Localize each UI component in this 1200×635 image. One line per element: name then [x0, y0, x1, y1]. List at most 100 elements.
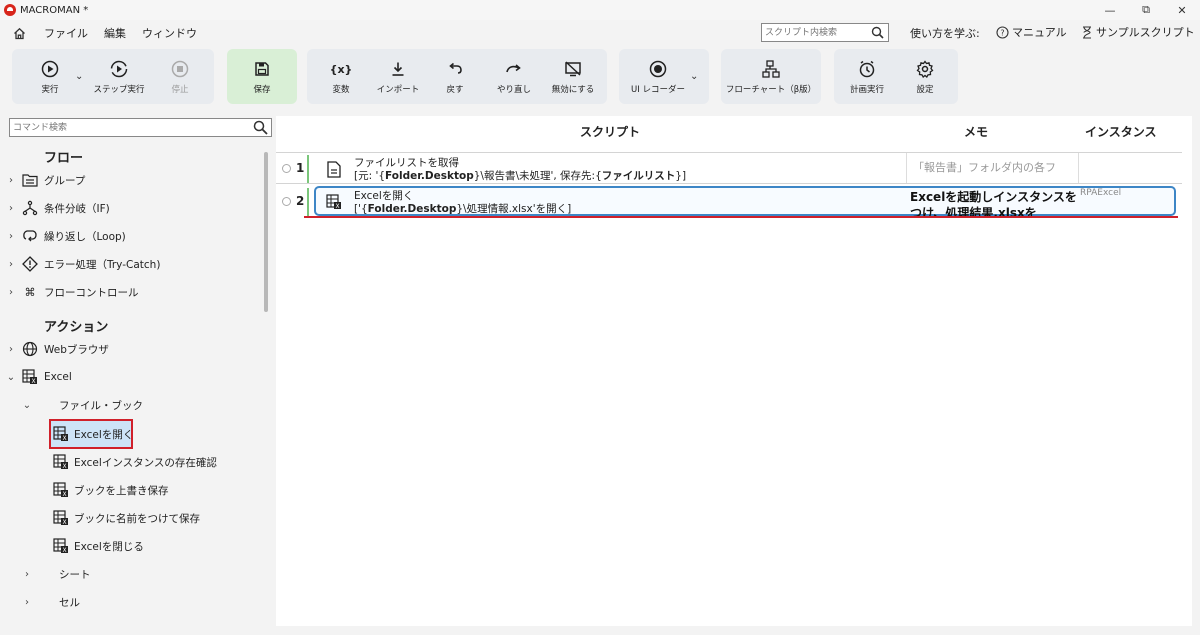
minimize-button[interactable]: —: [1092, 0, 1128, 20]
settings-label: 設定: [916, 85, 934, 95]
instance-cell[interactable]: [1078, 153, 1182, 183]
app-logo-icon: [4, 4, 16, 16]
tree-item-if[interactable]: › 条件分岐（IF): [0, 197, 262, 219]
flowchart-icon: [762, 58, 780, 80]
redo-button[interactable]: やり直し: [490, 49, 538, 104]
help-icon: ?: [996, 25, 1009, 39]
variables-button[interactable]: {x} 変数: [321, 49, 361, 104]
hourglass-icon: [1083, 25, 1091, 39]
flowchart-button[interactable]: フローチャート（β版）: [721, 49, 821, 104]
gear-icon: [916, 58, 934, 80]
save-icon: [254, 58, 270, 80]
tree-item-sheet[interactable]: › シート: [0, 563, 262, 585]
tree-item-excel-open[interactable]: X Excelを開く: [0, 423, 262, 445]
window-controls: — ⧉ ✕: [1092, 0, 1200, 20]
scheduled-run-button[interactable]: 計画実行: [842, 49, 892, 104]
run-button[interactable]: 実行: [26, 49, 74, 104]
script-search-input[interactable]: [762, 24, 866, 41]
chevron-right-icon: ›: [9, 230, 13, 242]
tree-item-cell[interactable]: › セル: [0, 591, 262, 613]
learn-label: 使い方を学ぶ:: [910, 27, 980, 40]
tree-item-label: セル: [59, 596, 80, 609]
run-chevron-down-icon[interactable]: ⌄: [75, 71, 83, 82]
undo-button[interactable]: 戻す: [435, 49, 475, 104]
close-button[interactable]: ✕: [1164, 0, 1200, 20]
memo-cell[interactable]: 「報告書」フォルダ内の各フ: [906, 153, 1076, 183]
sample-scripts-link[interactable]: サンプルスクリプト: [1081, 24, 1195, 40]
instance-cell[interactable]: RPAExcel: [1078, 186, 1182, 216]
menu-file[interactable]: ファイル: [44, 25, 88, 41]
script-row-selected[interactable]: 2 X Excelを開く ['{Folder.Desktop}\処理情報.xls…: [276, 186, 1182, 218]
action-section-title: アクション: [44, 320, 109, 335]
settings-group: 計画実行 設定: [834, 49, 958, 104]
group-icon: [22, 172, 38, 188]
svg-text:X: X: [335, 203, 339, 210]
tree-item-book-save-as[interactable]: X ブックに名前をつけて保存: [0, 507, 262, 529]
chevron-right-icon: ›: [9, 174, 13, 186]
tree-item-excel-close[interactable]: X Excelを閉じる: [0, 535, 262, 557]
memo-cell[interactable]: Excelを起動しインスタンスをつけ、処理結果.xlsxを: [906, 186, 1076, 216]
flow-section-title: フロー: [44, 151, 84, 166]
row-number: 1: [296, 161, 305, 175]
restore-button[interactable]: ⧉: [1128, 0, 1164, 20]
tree-item-excel-instance-check[interactable]: X Excelインスタンスの存在確認: [0, 451, 262, 473]
tree-item-label: ファイル・ブック: [59, 399, 143, 412]
ui-recorder-label: UI レコーダー: [631, 85, 685, 95]
search-icon[interactable]: [871, 26, 884, 42]
breakpoint-dot[interactable]: [282, 164, 291, 173]
row-status-bar: [307, 188, 309, 216]
tree-item-label: ブックを上書き保存: [74, 484, 169, 497]
excel-icon: X: [326, 193, 342, 211]
title-bar: MACROMAN * — ⧉ ✕: [0, 0, 1200, 20]
chevron-right-icon: ›: [25, 596, 29, 608]
undo-icon: [447, 58, 463, 80]
tree-item-flow-control[interactable]: › ⌘ フローコントロール: [0, 281, 262, 303]
stop-icon: [171, 58, 189, 80]
tree-item-loop[interactable]: › 繰り返し（Loop): [0, 225, 262, 247]
script-row[interactable]: 1 ファイルリストを取得 [元: '{Folder.Desktop}\報告書\未…: [276, 152, 1182, 184]
chevron-down-icon: ⌄: [6, 371, 16, 383]
tree-item-book-overwrite-save[interactable]: X ブックを上書き保存: [0, 479, 262, 501]
step-run-button[interactable]: ステップ実行: [88, 49, 150, 104]
chevron-right-icon: ›: [9, 343, 13, 355]
stop-button[interactable]: 停止: [156, 49, 204, 104]
tree-item-group[interactable]: › グループ: [0, 169, 262, 191]
disable-icon: [564, 58, 582, 80]
search-icon[interactable]: [253, 120, 268, 138]
excel-icon: X: [53, 510, 69, 526]
command-search-input[interactable]: [10, 119, 245, 136]
chevron-right-icon: ›: [9, 258, 13, 270]
tree-item-label: シート: [59, 568, 91, 581]
home-icon[interactable]: [12, 26, 26, 40]
excel-icon: X: [53, 426, 69, 442]
svg-text:?: ?: [1000, 28, 1004, 37]
branch-icon: [22, 200, 38, 216]
memo-text: Excelを起動しインスタンスをつけ、処理結果.xlsxを: [910, 190, 1076, 216]
save-button[interactable]: 保存: [227, 49, 297, 104]
recorder-chevron-down-icon[interactable]: ⌄: [690, 71, 698, 82]
disable-button[interactable]: 無効にする: [547, 49, 599, 104]
ui-recorder-button[interactable]: UI レコーダー: [627, 49, 689, 104]
chevron-down-icon: ⌄: [22, 399, 32, 411]
tree-item-file-book[interactable]: ⌄ ファイル・ブック: [0, 394, 262, 416]
tree-item-try-catch[interactable]: › エラー処理（Try-Catch): [0, 253, 262, 275]
menu-window[interactable]: ウィンドウ: [142, 25, 197, 41]
import-button[interactable]: インポート: [373, 49, 423, 104]
undo-label: 戻す: [446, 85, 464, 95]
manual-label: マニュアル: [1012, 26, 1067, 39]
tree-item-label: Excelを開く: [74, 428, 134, 441]
scrollbar[interactable]: [264, 152, 268, 312]
record-icon: [649, 58, 667, 80]
row-status-bar: [307, 155, 309, 183]
tree-item-web-browser[interactable]: › Webブラウザ: [0, 338, 262, 360]
svg-text:X: X: [62, 491, 66, 498]
recorder-group: UI レコーダー ⌄: [619, 49, 709, 104]
manual-link[interactable]: ? マニュアル: [996, 24, 1067, 40]
menu-edit[interactable]: 編集: [104, 25, 126, 41]
file-list-icon: [326, 160, 342, 178]
flowchart-label: フローチャート（β版）: [725, 85, 817, 95]
settings-button[interactable]: 設定: [902, 49, 948, 104]
command-panel: フロー › グループ › 条件分岐（IF) › 繰り返し（Loop) › エラー…: [0, 114, 272, 635]
breakpoint-dot[interactable]: [282, 197, 291, 206]
tree-item-excel[interactable]: ⌄ X Excel: [0, 366, 262, 388]
